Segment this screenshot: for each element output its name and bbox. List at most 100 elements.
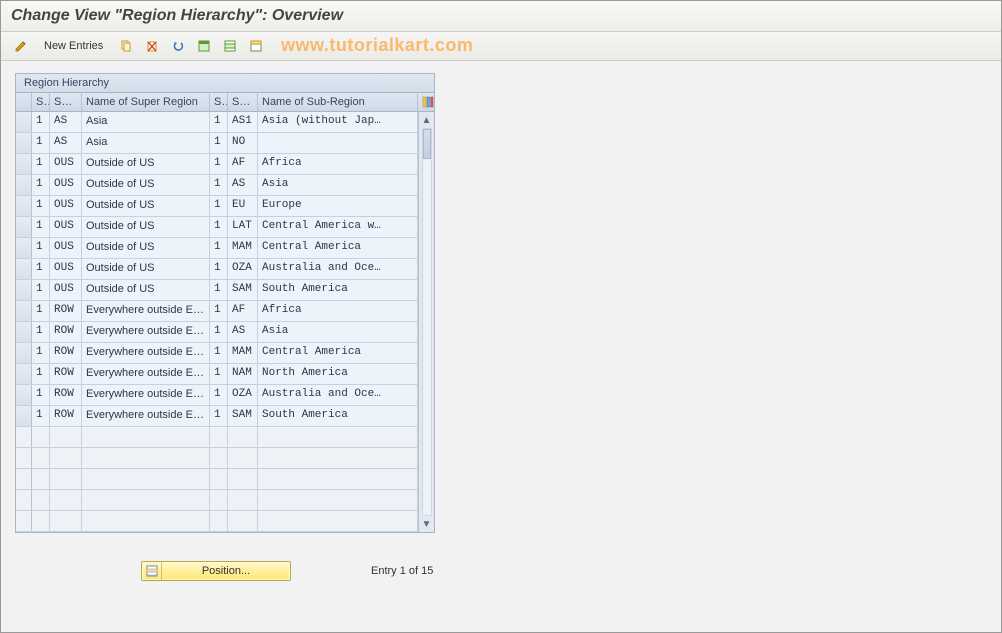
cell-name-sub-region[interactable] [258,427,418,447]
row-selector[interactable] [16,259,32,279]
delete-icon[interactable] [142,36,162,56]
table-row[interactable]: 1ASAsia1AS1Asia (without Jap… [16,112,418,133]
cell-name-super-region[interactable]: Outside of US [82,154,210,174]
row-selector[interactable] [16,196,32,216]
cell-su2[interactable] [228,490,258,510]
cell-su2[interactable]: AF [228,154,258,174]
cell-s2[interactable] [210,448,228,468]
cell-su1[interactable]: OUS [50,280,82,300]
column-name-sub-region[interactable]: Name of Sub-Region [258,93,418,111]
cell-s2[interactable]: 1 [210,301,228,321]
cell-name-sub-region[interactable]: Asia [258,175,418,195]
cell-su2[interactable]: SAM [228,280,258,300]
cell-s2[interactable] [210,511,228,531]
scroll-track[interactable] [422,128,432,516]
row-selector[interactable] [16,364,32,384]
cell-s1[interactable]: 1 [32,385,50,405]
cell-name-super-region[interactable]: Asia [82,112,210,132]
cell-su2[interactable]: AF [228,301,258,321]
table-row[interactable]: 1ROWEverywhere outside Euro…1AFAfrica [16,301,418,322]
cell-su1[interactable] [50,427,82,447]
table-row[interactable]: 1OUSOutside of US1ASAsia [16,175,418,196]
cell-name-sub-region[interactable] [258,448,418,468]
cell-s2[interactable] [210,490,228,510]
cell-name-sub-region[interactable]: Africa [258,154,418,174]
cell-name-sub-region[interactable]: Asia (without Jap… [258,112,418,132]
cell-su2[interactable]: MAM [228,238,258,258]
row-selector[interactable] [16,238,32,258]
cell-name-sub-region[interactable] [258,133,418,153]
cell-su1[interactable]: ROW [50,301,82,321]
cell-s1[interactable]: 1 [32,301,50,321]
cell-s2[interactable]: 1 [210,154,228,174]
new-entries-button[interactable]: New Entries [37,37,110,55]
scroll-down-icon[interactable]: ▼ [421,518,433,530]
pencil-icon[interactable] [11,36,31,56]
table-row[interactable] [16,448,418,469]
cell-su2[interactable]: NO [228,133,258,153]
cell-name-super-region[interactable]: Outside of US [82,175,210,195]
cell-su1[interactable]: OUS [50,154,82,174]
cell-s1[interactable]: 1 [32,196,50,216]
cell-su1[interactable] [50,490,82,510]
cell-su2[interactable]: SAM [228,406,258,426]
undo-icon[interactable] [168,36,188,56]
cell-name-sub-region[interactable]: Asia [258,322,418,342]
cell-name-sub-region[interactable]: Europe [258,196,418,216]
table-row[interactable]: 1OUSOutside of US1LATCentral America w… [16,217,418,238]
cell-name-super-region[interactable]: Outside of US [82,280,210,300]
cell-su1[interactable]: OUS [50,175,82,195]
column-su2[interactable]: Su… [228,93,258,111]
cell-s2[interactable]: 1 [210,133,228,153]
cell-name-super-region[interactable]: Everywhere outside Euro… [82,301,210,321]
cell-s1[interactable]: 1 [32,364,50,384]
cell-s1[interactable]: 1 [32,175,50,195]
cell-s2[interactable]: 1 [210,175,228,195]
cell-name-super-region[interactable]: Everywhere outside Euro… [82,385,210,405]
configure-columns-icon[interactable] [418,93,434,111]
cell-name-super-region[interactable]: Outside of US [82,259,210,279]
cell-su2[interactable]: LAT [228,217,258,237]
cell-name-sub-region[interactable]: South America [258,406,418,426]
select-all-icon[interactable] [194,36,214,56]
cell-su1[interactable]: AS [50,133,82,153]
cell-su2[interactable]: OZA [228,259,258,279]
cell-su1[interactable]: AS [50,112,82,132]
cell-name-sub-region[interactable]: Central America [258,238,418,258]
cell-su2[interactable] [228,427,258,447]
position-button[interactable]: Position... [141,561,291,581]
table-row[interactable] [16,490,418,511]
cell-su2[interactable]: OZA [228,385,258,405]
column-su1[interactable]: Su… [50,93,82,111]
cell-s1[interactable] [32,490,50,510]
cell-s1[interactable]: 1 [32,133,50,153]
cell-name-super-region[interactable] [82,448,210,468]
cell-name-sub-region[interactable]: South America [258,280,418,300]
cell-su2[interactable] [228,469,258,489]
cell-s2[interactable]: 1 [210,259,228,279]
cell-s1[interactable]: 1 [32,259,50,279]
cell-s2[interactable]: 1 [210,217,228,237]
row-selector[interactable] [16,469,32,489]
row-selector[interactable] [16,427,32,447]
cell-name-sub-region[interactable]: Australia and Oce… [258,385,418,405]
column-s1[interactable]: S.. [32,93,50,111]
table-row[interactable]: 1ROWEverywhere outside Euro…1SAMSouth Am… [16,406,418,427]
cell-s1[interactable] [32,469,50,489]
cell-s1[interactable]: 1 [32,217,50,237]
cell-su2[interactable]: NAM [228,364,258,384]
row-selector[interactable] [16,217,32,237]
row-selector[interactable] [16,280,32,300]
cell-name-super-region[interactable]: Everywhere outside Euro… [82,364,210,384]
cell-su1[interactable]: ROW [50,364,82,384]
row-selector[interactable] [16,343,32,363]
cell-su2[interactable]: EU [228,196,258,216]
table-row[interactable]: 1ROWEverywhere outside Euro…1MAMCentral … [16,343,418,364]
cell-su1[interactable]: ROW [50,322,82,342]
table-row[interactable] [16,469,418,490]
cell-name-super-region[interactable] [82,469,210,489]
cell-s1[interactable]: 1 [32,406,50,426]
table-row[interactable]: 1ROWEverywhere outside Euro…1NAMNorth Am… [16,364,418,385]
cell-s1[interactable]: 1 [32,154,50,174]
cell-su1[interactable] [50,511,82,531]
